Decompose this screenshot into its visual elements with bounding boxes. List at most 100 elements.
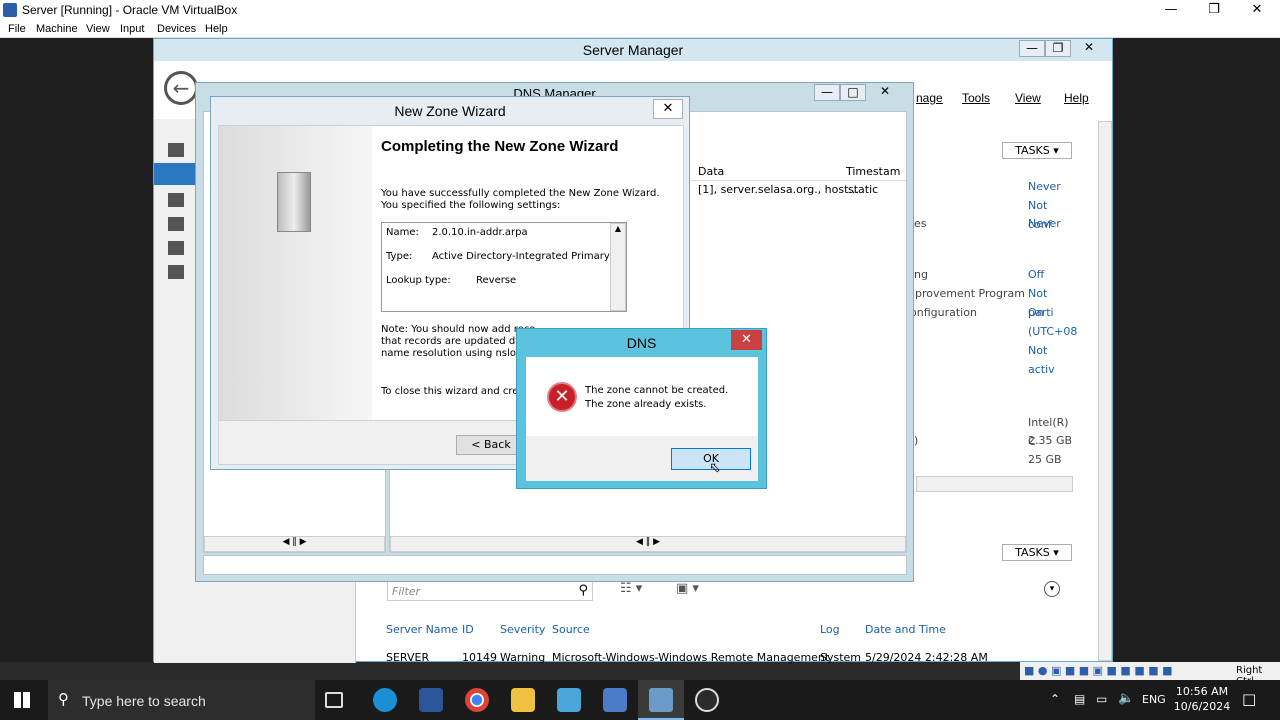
search-placeholder: Type here to search: [82, 693, 206, 709]
vbox-menubar: File Machine View Input Devices Help: [0, 21, 1280, 38]
windows-start-icon[interactable]: [14, 692, 30, 708]
dns-restore-icon[interactable]: □: [840, 84, 866, 101]
prop-value: 25 GB: [1028, 453, 1062, 466]
events-filter-input[interactable]: Filter ⚲: [387, 581, 593, 601]
settings-summary-box[interactable]: Name: 2.0.10.in-addr.arpa Type: Active D…: [381, 222, 627, 312]
search-icon[interactable]: ⚲: [578, 583, 588, 598]
dialog-title: DNS: [626, 335, 657, 351]
vbox-titlebar: Server [Running] - Oracle VM VirtualBox …: [0, 0, 1280, 21]
language-indicator[interactable]: ENG: [1142, 693, 1166, 706]
dialog-close-icon[interactable]: ✕: [731, 330, 762, 350]
menu-tools[interactable]: Tools: [962, 91, 990, 105]
chevron-up-icon[interactable]: ⌃: [1050, 692, 1060, 706]
sm-minimize-icon[interactable]: —: [1019, 40, 1045, 57]
dialog-message: The zone cannot be created. The zone alr…: [585, 384, 728, 412]
word-icon[interactable]: [419, 688, 443, 712]
menu-help-sm[interactable]: Help: [1064, 91, 1089, 105]
close-icon[interactable]: ✕: [1234, 0, 1280, 21]
menu-manage[interactable]: nage: [916, 91, 943, 105]
prop-value[interactable]: Never: [1028, 214, 1061, 233]
cell: Microsoft-Windows-Windows Remote Managem…: [552, 651, 830, 664]
minimize-icon[interactable]: —: [1148, 0, 1194, 21]
prop-value[interactable]: (UTC+08: [1028, 322, 1077, 341]
search-icon: ⚲: [58, 690, 69, 708]
sm-restore-icon[interactable]: ❐: [1045, 40, 1071, 57]
menu-file[interactable]: File: [8, 23, 26, 35]
menu-view[interactable]: View: [86, 23, 110, 35]
virtualbox-app-icon[interactable]: [603, 688, 627, 712]
menu-devices[interactable]: Devices: [157, 23, 196, 35]
back-arrow-icon[interactable]: ←: [164, 71, 198, 105]
file-explorer-icon[interactable]: [511, 688, 535, 712]
col-server-name[interactable]: Server Name: [386, 623, 458, 636]
col-date-time[interactable]: Date and Time: [865, 623, 946, 636]
device-icons[interactable]: ■ ● ▣ ■ ■ ▣ ■ ■ ■ ■ ■: [1024, 664, 1173, 677]
col-log[interactable]: Log: [820, 623, 840, 636]
prop-value[interactable]: On: [1028, 303, 1044, 322]
clock-date: 10/6/2024: [1173, 700, 1231, 713]
menu-input[interactable]: Input: [120, 23, 144, 35]
expand-icon[interactable]: ▾: [1044, 581, 1060, 597]
all-servers-icon[interactable]: [168, 193, 184, 207]
notifications-icon[interactable]: □: [1242, 690, 1256, 708]
tree-hscrollbar[interactable]: ◀ ‖ ▶: [204, 536, 385, 552]
dns-minimize-icon[interactable]: —: [814, 84, 840, 101]
task-view-icon[interactable]: [325, 692, 343, 708]
sm-vscrollbar[interactable]: [1098, 121, 1112, 661]
menu-help[interactable]: Help: [205, 23, 228, 35]
prop-value[interactable]: Never: [1028, 177, 1061, 196]
cell: 5/29/2024 2:42:28 AM: [865, 651, 988, 664]
dns-statusbar: [203, 555, 907, 575]
volume-icon[interactable]: 🔈: [1118, 691, 1134, 706]
prop-label: ng: [914, 268, 928, 281]
dns-icon[interactable]: [168, 241, 184, 255]
dialog-body: ✕ The zone cannot be created. The zone a…: [526, 357, 758, 436]
table-row[interactable]: [1], server.selasa.org., host... static: [690, 183, 906, 201]
cell: Warning: [500, 651, 546, 664]
menu-view-sm[interactable]: View: [1015, 91, 1041, 105]
prop-label: ): [914, 434, 919, 447]
menu-machine[interactable]: Machine: [36, 23, 78, 35]
taskbar-search[interactable]: ⚲ Type here to search: [48, 680, 315, 720]
prop-value[interactable]: Off: [1028, 265, 1044, 284]
prop-value[interactable]: Not activ: [1028, 341, 1074, 379]
tasks-button-properties[interactable]: TASKS ▾: [1002, 142, 1072, 159]
col-id[interactable]: ID: [462, 623, 474, 636]
ad-icon[interactable]: [168, 217, 184, 231]
mouse-cursor-icon: ⬁: [709, 460, 721, 476]
wizard-close-icon[interactable]: ✕: [653, 99, 683, 119]
sm-close-icon[interactable]: ✕: [1076, 40, 1102, 57]
col-severity[interactable]: Severity: [500, 623, 545, 636]
tasks-button-events[interactable]: TASKS ▾: [1002, 544, 1072, 561]
prop-label: es: [914, 217, 927, 230]
properties-hscrollbar[interactable]: [916, 476, 1073, 492]
edge-icon[interactable]: [373, 688, 397, 712]
dialog-footer: OK ⬁: [526, 436, 758, 481]
chrome-icon[interactable]: [465, 688, 489, 712]
taskbar: ⚲ Type here to search ⌃ ▤ ▭ 🔈 ENG 10:56 …: [0, 680, 1280, 720]
setting-value: Reverse: [476, 275, 517, 286]
app-icon[interactable]: [557, 688, 581, 712]
dashboard-icon[interactable]: [168, 143, 184, 157]
cell: static: [848, 183, 879, 196]
settings-scrollbar[interactable]: ▲: [610, 223, 626, 311]
taskbar-active-vm[interactable]: [638, 680, 684, 720]
clock[interactable]: 10:56 AM 10/6/2024: [1172, 684, 1232, 714]
table-row[interactable]: SERVER 10149 Warning Microsoft-Windows-W…: [380, 651, 1072, 665]
recorder-icon[interactable]: [695, 688, 719, 712]
dns-close-icon[interactable]: ✕: [872, 84, 898, 101]
restore-icon[interactable]: ❐: [1191, 0, 1237, 21]
wizard-intro: You have successfully completed the New …: [381, 188, 660, 211]
col-data[interactable]: Data: [698, 165, 724, 178]
prop-label: nprovement Program: [908, 287, 1025, 300]
network-icon[interactable]: ▤: [1074, 692, 1085, 706]
records-hscrollbar[interactable]: ◀ ‖ ▶: [390, 536, 906, 552]
col-timestamp[interactable]: Timestam: [846, 165, 900, 178]
col-source[interactable]: Source: [552, 623, 590, 636]
file-services-icon[interactable]: [168, 265, 184, 279]
wizard-sidebar: [219, 126, 372, 420]
filter-options-icon[interactable]: ☷ ▾: [620, 581, 642, 596]
filter-placeholder: Filter: [392, 585, 421, 598]
save-query-icon[interactable]: ▣ ▾: [676, 581, 699, 596]
monitor-icon[interactable]: ▭: [1096, 692, 1107, 706]
